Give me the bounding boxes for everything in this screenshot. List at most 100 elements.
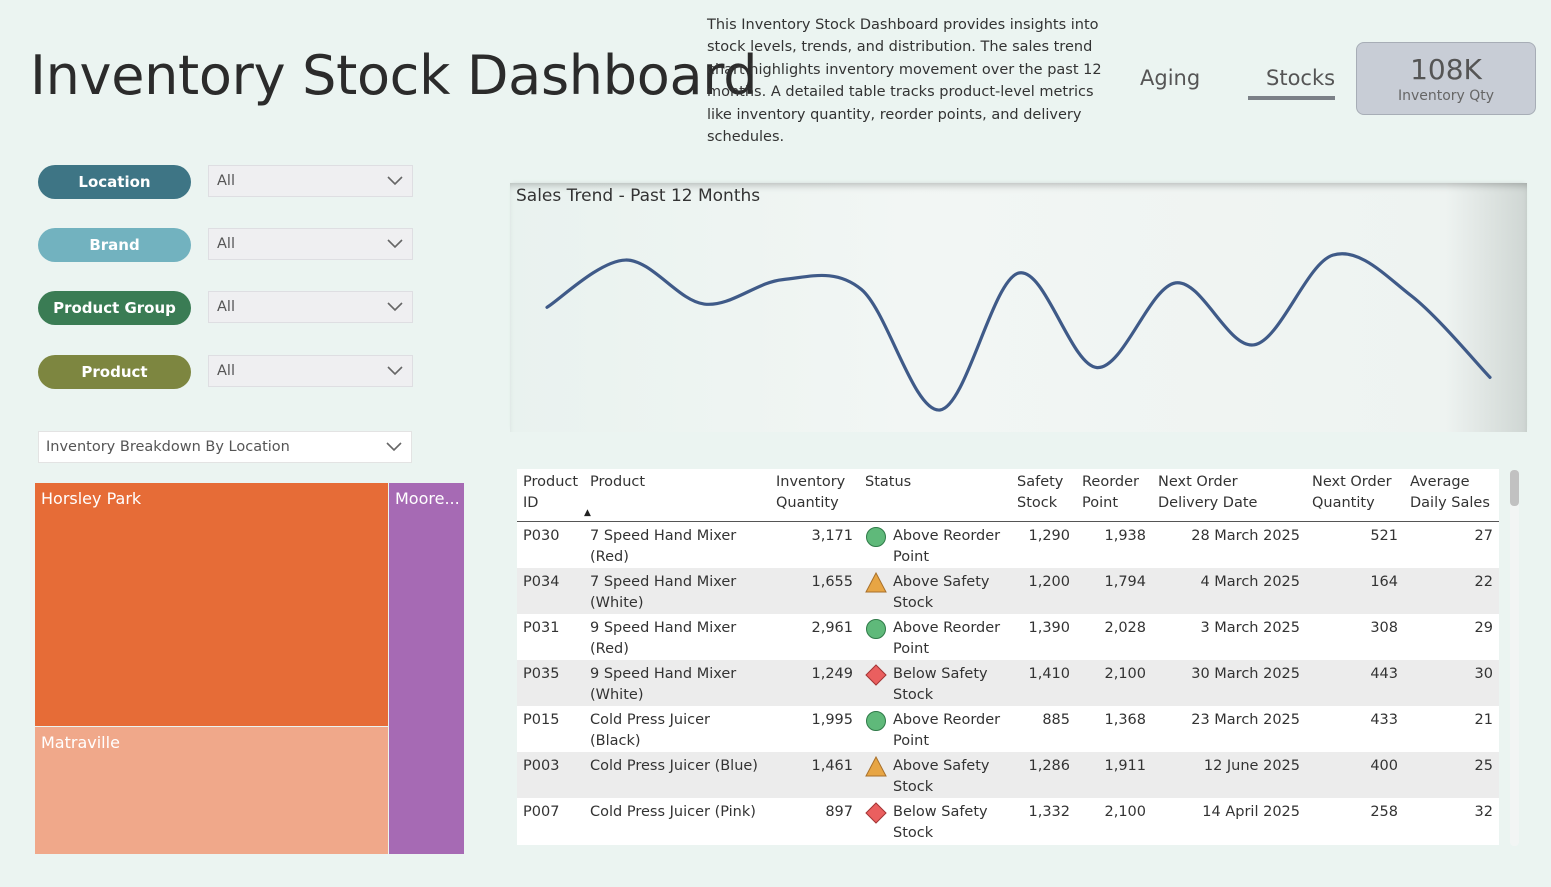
column-header-next-order-delivery-date[interactable]: Next Order Delivery Date	[1152, 469, 1306, 522]
treemap-cell-moore[interactable]: Moore...	[389, 483, 464, 854]
slicer-value: All	[217, 363, 235, 379]
table-cell-product: 9 Speed Hand Mixer (White)	[584, 659, 770, 706]
column-header-label: Product ID	[523, 474, 579, 511]
column-header-product-id[interactable]: Product ID	[517, 469, 584, 522]
kpi-card-inventory-qty: 108K Inventory Qty	[1356, 42, 1536, 115]
table-cell-avg: 27	[1474, 527, 1493, 544]
table-cell-id: P015	[523, 711, 560, 728]
column-header-reorder-point[interactable]: Reorder Point	[1076, 469, 1152, 522]
column-header-status[interactable]: Status	[859, 469, 1011, 522]
page-title: Inventory Stock Dashboard	[30, 44, 758, 107]
column-header-label: Next Order Delivery Date	[1158, 474, 1258, 511]
slicer-label-product-group: Product Group	[38, 291, 191, 325]
amber-triangle-icon	[865, 755, 887, 776]
table-cell-qty: 2,961	[811, 619, 853, 636]
table-cell-safety: 1,390	[1028, 619, 1070, 636]
table-body: P030 7 Speed Hand Mixer (Red) 3,171 Above R…	[517, 521, 1499, 844]
table-cell-date: 12 June 2025	[1152, 751, 1306, 798]
treemap-cell-matraville[interactable]: Matraville	[35, 727, 388, 854]
slicer-dropdown-brand[interactable]: All	[208, 228, 413, 260]
table-cell-next-qty: 433	[1370, 711, 1398, 728]
table-cell-next-qty: 258	[1370, 803, 1398, 820]
column-header-product[interactable]: Product ▲	[584, 469, 770, 522]
column-header-label: Inventory Quantity	[776, 474, 846, 511]
table-row[interactable]: P034 7 Speed Hand Mixer (White) 1,655 Above…	[517, 567, 1499, 614]
table-cell-avg: 21	[1474, 711, 1493, 728]
active-tab-indicator	[1248, 96, 1335, 100]
chevron-down-icon	[387, 302, 403, 312]
column-header-safety-stock[interactable]: Safety Stock	[1011, 469, 1076, 522]
table-cell-safety: 885	[1042, 711, 1070, 728]
table-cell-safety: 1,200	[1011, 567, 1076, 614]
status-text: Above Reorder Point	[893, 527, 1001, 565]
sales-trend-chart: Sales Trend - Past 12 Months	[510, 183, 1527, 432]
slicer-dropdown-product[interactable]: All	[208, 355, 413, 387]
status-text: Above Reorder Point	[893, 619, 1001, 657]
slicer-value: All	[217, 236, 235, 252]
table-cell-safety: 1,410	[1011, 659, 1076, 706]
table-row[interactable]: P015 Cold Press Juicer (Black) 1,995 Above …	[517, 706, 1499, 752]
table-row[interactable]: P007 Cold Press Juicer (Pink) 897 Below Saf…	[517, 798, 1499, 844]
table-cell-qty: 1,655	[770, 567, 859, 614]
table-cell-safety: 1,290	[1028, 527, 1070, 544]
table-cell-reorder: 1,938	[1104, 527, 1146, 544]
column-header-label: Safety Stock	[1017, 474, 1064, 511]
slicer-value: All	[217, 299, 235, 315]
table-cell-date: 28 March 2025	[1191, 527, 1300, 544]
table-cell-product: 7 Speed Hand Mixer (Red)	[590, 527, 737, 565]
slicer-label-product: Product	[38, 355, 191, 389]
table-cell-status: Above Safety Stock	[859, 751, 1011, 798]
table-cell-id: P003	[517, 751, 584, 798]
treemap-cell-horsley-park[interactable]: Horsley Park	[35, 483, 388, 726]
treemap-label: Matraville	[41, 733, 120, 752]
product-stock-table: Product ID Product ▲ Inventory Quantity Stat…	[517, 469, 1499, 845]
table-cell-avg: 25	[1404, 751, 1499, 798]
sales-trend-plot	[545, 252, 1492, 412]
table-row[interactable]: P031 9 Speed Hand Mixer (Red) 2,961 Above R…	[517, 614, 1499, 660]
breakdown-selector[interactable]: Inventory Breakdown By Location	[38, 431, 412, 463]
table-cell-reorder: 1,368	[1104, 711, 1146, 728]
table-row[interactable]: P003 Cold Press Juicer (Blue) 1,461 Above S…	[517, 751, 1499, 798]
breakdown-selector-value: Inventory Breakdown By Location	[46, 439, 290, 455]
treemap-label: Moore...	[395, 489, 460, 508]
green-circle-icon	[866, 526, 886, 547]
table-cell-next-qty: 521	[1370, 527, 1398, 544]
table-row[interactable]: P030 7 Speed Hand Mixer (Red) 3,171 Above R…	[517, 521, 1499, 568]
column-header-inventory-quantity[interactable]: Inventory Quantity	[770, 469, 859, 522]
slicer-dropdown-product-group[interactable]: All	[208, 291, 413, 323]
table-cell-product: Cold Press Juicer (Black)	[590, 711, 710, 749]
slicer-value: All	[217, 173, 235, 189]
table-cell-next-qty: 400	[1306, 751, 1404, 798]
table-cell-next-qty: 308	[1370, 619, 1398, 636]
column-header-label: Product	[590, 474, 646, 490]
column-header-next-order-quantity[interactable]: Next Order Quantity	[1306, 469, 1404, 522]
table-cell-qty: 3,171	[811, 527, 853, 544]
location-treemap: Horsley Park Matraville Moore...	[35, 483, 464, 854]
table-cell-qty: 1,461	[770, 751, 859, 798]
treemap-label: Horsley Park	[41, 489, 142, 508]
table-cell-safety: 1,286	[1011, 751, 1076, 798]
tab-stocks[interactable]: Stocks	[1266, 66, 1335, 90]
table-cell-qty: 897	[825, 803, 853, 820]
table-cell-avg: 22	[1404, 567, 1499, 614]
table-cell-reorder: 2,028	[1104, 619, 1146, 636]
table-cell-product: Cold Press Juicer (Blue)	[584, 751, 770, 798]
table-cell-id: P035	[517, 659, 584, 706]
table-scrollbar[interactable]	[1510, 470, 1519, 506]
table-cell-status: Below Safety Stock	[859, 798, 1011, 844]
table-cell-id: P031	[523, 619, 560, 636]
table-cell-next-qty: 164	[1306, 567, 1404, 614]
table-cell-status: Above Safety Stock	[859, 567, 1011, 614]
table-cell-date: 4 March 2025	[1152, 567, 1306, 614]
column-header-average-daily-sales[interactable]: Average Daily Sales	[1404, 469, 1499, 522]
chevron-down-icon	[387, 239, 403, 249]
slicer-dropdown-location[interactable]: All	[208, 165, 413, 197]
tab-aging[interactable]: Aging	[1140, 66, 1200, 90]
table-cell-status: Above Reorder Point	[859, 614, 1011, 660]
table-cell-avg: 29	[1474, 619, 1493, 636]
table-row[interactable]: P035 9 Speed Hand Mixer (White) 1,249 Below…	[517, 659, 1499, 706]
table-scroll-track[interactable]	[1510, 470, 1519, 846]
table-cell-id: P030	[523, 527, 560, 544]
chevron-down-icon	[387, 176, 403, 186]
table-cell-reorder: 2,100	[1104, 803, 1146, 820]
